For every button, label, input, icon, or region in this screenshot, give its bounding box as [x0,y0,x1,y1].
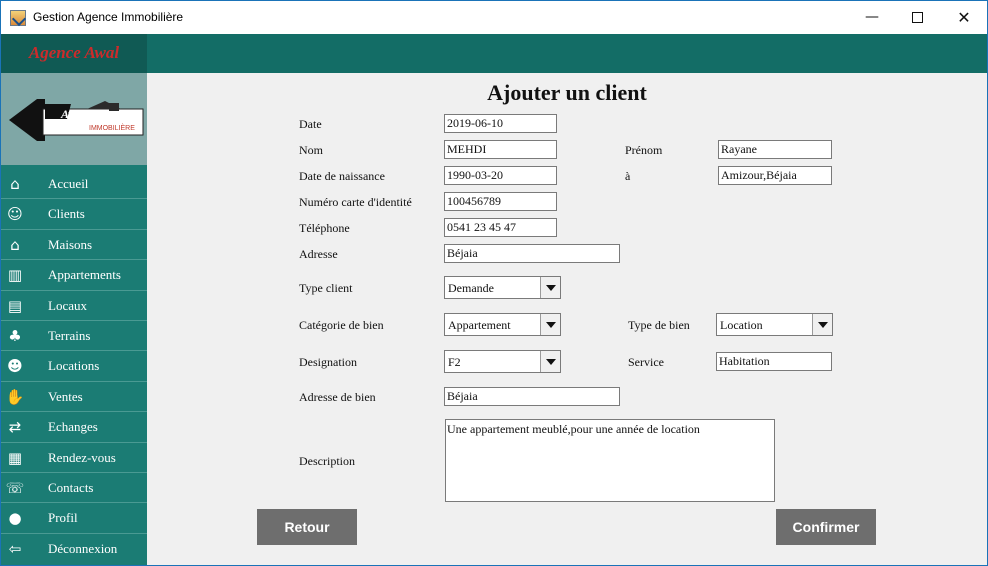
client-type-value: Demande [448,281,494,295]
logo-text: Awal [60,107,86,121]
address-label: Adresse [299,247,338,261]
birthplace-field[interactable]: Amizour,Béjaia [718,166,832,185]
exchange-icon: ⇄ [8,418,22,437]
designation-select[interactable]: F2 [444,350,561,373]
date-field[interactable]: 2019-06-10 [444,114,557,133]
phone-label: Téléphone [299,221,350,235]
service-field[interactable]: Habitation [716,352,832,371]
land-icon: ♣ [8,326,22,345]
id-card-field[interactable]: 100456789 [444,192,557,211]
client-type-select[interactable]: Demande [444,276,561,299]
sidebar-item-locaux[interactable]: ▤ Locaux [1,291,147,321]
calendar-icon: ▦ [7,448,23,467]
sidebar-item-label: Contacts [48,479,94,495]
maximize-icon [911,11,923,23]
id-card-label: Numéro carte d'identité [299,195,412,209]
property-type-value: Location [720,318,763,332]
rental-icon: ☻ [7,357,23,376]
nom-label: Nom [299,143,323,157]
sidebar-item-label: Appartements [48,267,121,283]
window-title: Gestion Agence Immobilière [33,10,184,24]
clients-icon: ☺ [7,205,23,224]
sidebar-item-label: Rendez-vous [48,449,116,465]
address-field[interactable]: Béjaia [444,244,620,263]
nom-field[interactable]: MEHDI [444,140,557,159]
property-type-label: Type de bien [628,318,690,332]
prenom-field[interactable]: Rayane [718,140,832,159]
sidebar-item-label: Locations [48,358,100,374]
brand-name: Agence Awal [28,43,120,62]
birthdate-label: Date de naissance [299,169,385,183]
logo-area: Awal IMMOBILIÈRE [1,73,147,165]
chevron-down-icon[interactable] [540,314,560,335]
maximize-button[interactable] [894,1,940,34]
user-icon: ● [8,509,22,528]
sidebar-nav: ⌂ Accueil ☺ Clients ⌂ Maisons ▥ Appartem… [1,169,147,564]
category-label: Catégorie de bien [299,318,384,332]
title-bar: Gestion Agence Immobilière — ✕ [1,1,987,34]
sidebar-item-locations[interactable]: ☻ Locations [1,351,147,382]
phone-field[interactable]: 0541 23 45 47 [444,218,557,237]
service-label: Service [628,355,664,369]
sidebar-item-label: Accueil [48,176,89,191]
sidebar: Awal IMMOBILIÈRE ⌂ Accueil ☺ Clients ⌂ M… [1,73,147,565]
sidebar-item-accueil[interactable]: ⌂ Accueil [1,169,147,200]
sidebar-item-contacts[interactable]: ☏ Contacts [1,473,147,504]
confirmer-button[interactable]: Confirmer [776,509,876,545]
building-icon: ▥ [7,266,23,285]
sidebar-item-label: Déconnexion [48,540,118,556]
sidebar-item-label: Clients [48,206,85,222]
phone-icon: ☏ [5,478,25,497]
sidebar-item-appartements[interactable]: ▥ Appartements [1,260,147,291]
description-label: Description [299,454,355,468]
birthplace-label: à [625,169,631,183]
sidebar-item-deconnexion[interactable]: ⇦ Déconnexion [1,534,147,564]
sidebar-item-label: Echanges [48,419,98,435]
designation-label: Designation [299,355,357,369]
category-select[interactable]: Appartement [444,313,561,336]
sale-icon: ✋ [5,387,25,406]
description-textarea[interactable]: Une appartement meublé,pour une année de… [445,419,775,502]
property-type-select[interactable]: Location [716,313,833,336]
property-address-field[interactable]: Béjaia [444,387,620,406]
birthdate-field[interactable]: 1990-03-20 [444,166,557,185]
sidebar-item-profil[interactable]: ● Profil [1,503,147,534]
sidebar-item-label: Maisons [48,236,93,252]
category-value: Appartement [448,318,511,332]
designation-value: F2 [448,355,461,369]
date-label: Date [299,117,322,131]
java-app-icon [10,10,26,26]
logo-subtext: IMMOBILIÈRE [89,123,135,132]
sidebar-item-label: Locaux [48,297,87,313]
sidebar-item-label: Profil [48,510,78,526]
sidebar-item-label: Terrains [48,327,91,343]
sidebar-item-terrains[interactable]: ♣ Terrains [1,321,147,352]
chevron-down-icon[interactable] [540,277,560,298]
header-band [1,34,987,73]
client-type-label: Type client [299,281,353,295]
sidebar-item-ventes[interactable]: ✋ Ventes [1,382,147,413]
chevron-down-icon[interactable] [812,314,832,335]
sidebar-item-clients[interactable]: ☺ Clients [1,199,147,230]
house-icon: ⌂ [10,235,20,254]
sidebar-item-echanges[interactable]: ⇄ Echanges [1,412,147,443]
sidebar-item-rendez-vous[interactable]: ▦ Rendez-vous [1,443,147,473]
sidebar-item-label: Ventes [48,388,83,404]
retour-button[interactable]: Retour [257,509,357,545]
prenom-label: Prénom [625,143,663,157]
agency-key-logo: Awal IMMOBILIÈRE [9,99,144,141]
logout-icon: ⇦ [8,539,22,558]
close-button[interactable]: ✕ [941,1,987,34]
brand-area: Agence Awal [1,34,147,73]
chevron-down-icon[interactable] [540,351,560,372]
add-client-form: Ajouter un client Date 2019-06-10 Nom ME… [147,73,987,565]
shop-icon: ▤ [7,296,23,315]
property-address-label: Adresse de bien [299,390,376,404]
app-window: Gestion Agence Immobilière — ✕ Agence Aw… [0,0,988,566]
page-title: Ajouter un client [487,80,647,105]
home-icon: ⌂ [10,175,20,193]
minimize-button[interactable]: — [849,1,895,34]
sidebar-item-maisons[interactable]: ⌂ Maisons [1,230,147,261]
